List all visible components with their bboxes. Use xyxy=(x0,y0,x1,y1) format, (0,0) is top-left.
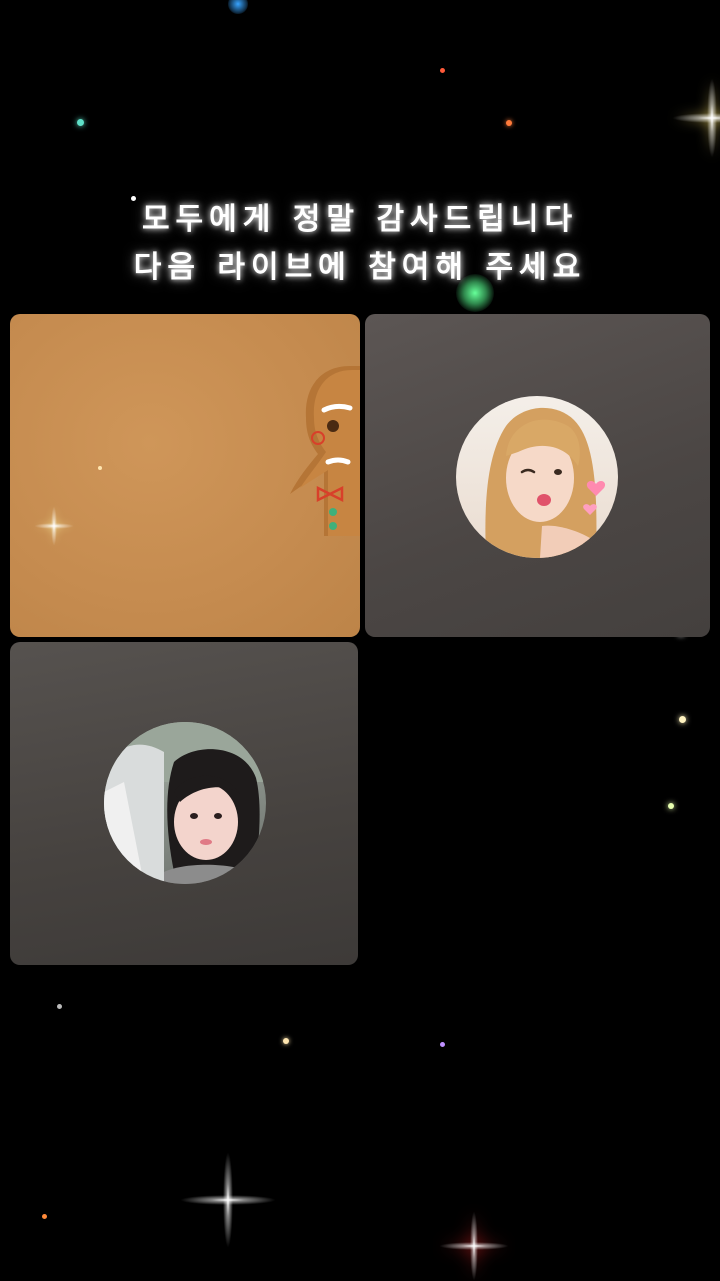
sparkle-dot xyxy=(440,68,445,73)
participant-tile-1[interactable] xyxy=(10,314,360,637)
participant-tile-3[interactable] xyxy=(10,642,358,965)
message-line-1: 모두에게 정말 감사드립니다 xyxy=(141,202,579,237)
sparkle-dot xyxy=(98,466,102,470)
sparkle-dot xyxy=(679,716,686,723)
sparkle-dot xyxy=(668,803,674,809)
live-end-screen: 모두에게 정말 감사드립니다 다음 라이브에 참여해 주세요 xyxy=(0,0,720,1280)
sparkle-dot xyxy=(283,1038,289,1044)
participant-avatar xyxy=(456,396,618,558)
sparkle-effects xyxy=(0,0,720,1280)
profile-photo xyxy=(485,407,606,558)
message-line-2: 다음 라이브에 참여해 주세요 xyxy=(133,250,587,285)
participant-avatar xyxy=(104,722,266,884)
profile-photo xyxy=(104,722,266,884)
participant-tile-2[interactable] xyxy=(365,314,710,637)
sparkle-dot xyxy=(57,1004,62,1009)
sparkle-dot xyxy=(77,119,84,126)
ending-message: 모두에게 정말 감사드립니다 다음 라이브에 참여해 주세요 xyxy=(0,196,720,292)
sparkle-dot xyxy=(506,120,512,126)
sparkle-dot xyxy=(440,1042,445,1047)
sparkle-dot xyxy=(42,1214,47,1219)
sparkle-dot xyxy=(228,0,248,14)
gingerbread-sticker xyxy=(290,366,360,536)
